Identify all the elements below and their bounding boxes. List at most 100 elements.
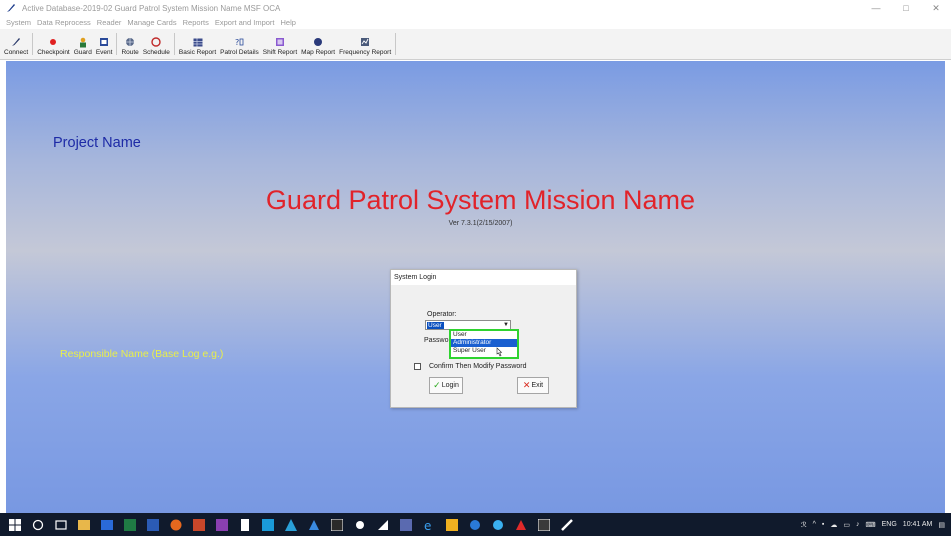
menu-reader[interactable]: Reader (97, 18, 122, 27)
app-icon[interactable] (467, 517, 483, 533)
powerpoint-icon[interactable] (191, 517, 207, 533)
app-icon[interactable] (168, 517, 184, 533)
close-x-icon: ✕ (522, 380, 531, 390)
menu-manage-cards[interactable]: Manage Cards (127, 18, 176, 27)
map-globe-icon (313, 36, 323, 48)
option-super-user[interactable]: Super User (451, 347, 517, 355)
password-label: Passwor (424, 337, 451, 344)
operator-label: Operator: (427, 311, 457, 318)
toolbar-separator (395, 33, 397, 55)
checkpoint-dot-icon (49, 36, 57, 48)
app-icon[interactable] (398, 517, 414, 533)
shift-report-button[interactable]: Shift Report (261, 30, 299, 59)
tray-app-icon[interactable]: ▪ (822, 521, 824, 528)
app-icon[interactable] (99, 517, 115, 533)
system-login-dialog: System Login Operator: User ▼ Passwor Us… (390, 269, 577, 408)
menu-export-import[interactable]: Export and Import (215, 18, 275, 27)
menu-bar: System Data Reprocess Reader Manage Card… (0, 16, 951, 29)
language-indicator[interactable]: ENG (882, 521, 897, 528)
minimize-button[interactable]: — (861, 0, 891, 16)
menu-data-reprocess[interactable]: Data Reprocess (37, 18, 91, 27)
guard-patrol-app-icon[interactable] (559, 517, 575, 533)
menu-reports[interactable]: Reports (183, 18, 209, 27)
onenote-icon[interactable] (214, 517, 230, 533)
onedrive-cloud-icon[interactable]: ☁ (830, 521, 837, 529)
edge-browser-icon[interactable]: e (421, 517, 437, 533)
system-tray: ℛ ^ ▪ ☁ ▭ ♪ ⌨ ENG 10:41 AM ▤ (801, 513, 945, 536)
chevron-up-icon[interactable]: ^ (813, 521, 816, 528)
option-administrator[interactable]: Administrator (451, 339, 517, 347)
windows-start-icon[interactable] (7, 517, 23, 533)
menu-system[interactable]: System (6, 18, 31, 27)
app-icon[interactable] (237, 517, 253, 533)
menu-help[interactable]: Help (281, 18, 296, 27)
project-name: Project Name (53, 135, 141, 151)
pen-icon (6, 2, 18, 14)
schedule-clock-icon (151, 36, 162, 48)
input-method-icon[interactable]: ⌨ (866, 521, 876, 529)
toolbar-separator (116, 33, 118, 55)
pen-icon (11, 36, 21, 48)
search-icon[interactable] (30, 517, 46, 533)
file-explorer-icon[interactable] (76, 517, 92, 533)
guard-person-icon (78, 36, 88, 48)
login-button[interactable]: ✓ Login (429, 377, 463, 394)
excel-icon[interactable] (122, 517, 138, 533)
checkpoint-button[interactable]: Checkpoint (35, 30, 72, 59)
window-controls: — □ ✕ (861, 0, 951, 16)
responsible-name: Responsible Name (Base Log e.g.) (60, 348, 224, 360)
svg-text:e: e (424, 519, 431, 531)
app-icon[interactable] (375, 517, 391, 533)
frequency-report-button[interactable]: Frequency Report (337, 30, 393, 59)
option-user[interactable]: User (451, 331, 517, 339)
patrol-details-icon: ? (234, 36, 244, 48)
app-icon[interactable] (490, 517, 506, 533)
frequency-chart-icon (360, 36, 370, 48)
confirm-modify-password-label: Confirm Then Modify Password (429, 363, 527, 370)
notifications-icon[interactable]: ▤ (938, 521, 945, 529)
event-button[interactable]: Event (94, 30, 115, 59)
route-globe-icon (125, 36, 135, 48)
volume-icon[interactable]: ♪ (856, 521, 860, 528)
basic-report-button[interactable]: Basic Report (177, 30, 218, 59)
windows-taskbar: e ℛ ^ ▪ ☁ ▭ ♪ ⌨ ENG 10:41 AM ▤ (0, 513, 951, 536)
schedule-button[interactable]: Schedule (141, 30, 172, 59)
app-icon[interactable] (536, 517, 552, 533)
window-titlebar: Active Database-2019-02 Guard Patrol Sys… (0, 0, 951, 16)
task-view-icon[interactable] (53, 517, 69, 533)
exit-button[interactable]: ✕ Exit (517, 377, 549, 394)
app-icon[interactable] (513, 517, 529, 533)
app-icon[interactable] (306, 517, 322, 533)
guard-button[interactable]: Guard (72, 30, 94, 59)
route-button[interactable]: Route (119, 30, 140, 59)
toolbar: Connect Checkpoint Guard Event Route Sch… (0, 29, 951, 60)
app-icon[interactable] (444, 517, 460, 533)
toolbar-separator (173, 33, 175, 55)
mission-name: Guard Patrol System Mission Name (265, 185, 696, 215)
app-icon[interactable] (283, 517, 299, 533)
network-icon[interactable]: ▭ (843, 521, 850, 529)
word-icon[interactable] (145, 517, 161, 533)
operator-dropdown-list: User Administrator Super User (449, 329, 519, 359)
mouse-cursor-icon (495, 344, 503, 362)
people-icon[interactable]: ℛ (801, 521, 807, 529)
toolbar-separator (32, 33, 34, 55)
clock[interactable]: 10:41 AM (903, 521, 933, 528)
close-button[interactable]: ✕ (921, 0, 951, 16)
maximize-button[interactable]: □ (891, 0, 921, 16)
shift-report-icon (275, 36, 285, 48)
dialog-title: System Login (391, 270, 576, 285)
app-icon[interactable] (329, 517, 345, 533)
window-title: Active Database-2019-02 Guard Patrol Sys… (22, 3, 281, 13)
checkmark-icon: ✓ (433, 380, 441, 390)
version-label: Ver 7.3.1(2/15/2007) (448, 220, 513, 227)
connect-button[interactable]: Connect (2, 30, 30, 59)
operator-selected-value: User (427, 322, 444, 329)
patrol-details-button[interactable]: ? Patrol Details (218, 30, 261, 59)
svg-text:?: ? (235, 38, 239, 47)
app-icon[interactable] (260, 517, 276, 533)
confirm-modify-password-checkbox[interactable] (414, 363, 421, 370)
app-icon[interactable] (352, 517, 368, 533)
event-calendar-icon (99, 36, 109, 48)
map-report-button[interactable]: Map Report (299, 30, 337, 59)
